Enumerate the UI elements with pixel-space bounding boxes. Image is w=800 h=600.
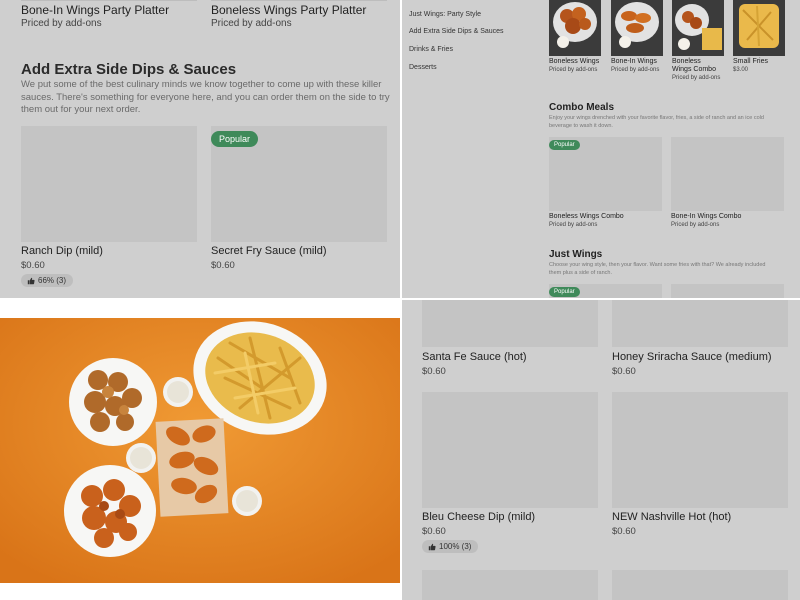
menu-item-image[interactable] [422,570,598,600]
screenshot-grid: Bone-In Wings Party Platter Priced by ad… [0,0,800,600]
menu-item-image[interactable] [612,300,788,347]
item-name[interactable]: Boneless Wings Combo [549,213,624,221]
section-description: Enjoy your wings drenched with your favo… [549,115,764,129]
popular-badge: Popular [549,287,580,297]
item-name[interactable]: Bleu Cheese Dip (mild) [422,511,535,523]
menu-item-image[interactable] [612,392,788,508]
section-title: Combo Meals [549,102,615,113]
menu-item-image[interactable] [671,284,784,298]
item-price: $0.60 [422,366,446,377]
item-name[interactable]: Boneless Wings Combo [672,58,722,74]
item-thumbnail[interactable] [611,0,663,56]
sidebar-link-desserts[interactable]: Desserts [409,64,437,71]
menu-item-image[interactable] [671,137,784,211]
section-description: We put some of the best culinary minds w… [21,79,390,115]
menu-panel-sauces: Bone-In Wings Party Platter Priced by ad… [0,0,400,298]
item-price: $0.60 [612,366,636,377]
thumbs-up-icon [27,277,35,284]
menu-item-image[interactable] [422,300,598,347]
item-price: $0.60 [422,526,446,537]
thumbs-up-icon [428,543,436,550]
wings-and-fries-photo [0,318,400,583]
item-name[interactable]: Bone-In Wings Party Platter [21,3,169,17]
panel-divider [400,0,402,600]
item-price: $3.00 [733,67,749,73]
divider [21,0,197,1]
item-name[interactable]: Bone-In Wings Combo [671,213,741,221]
item-thumbnail[interactable] [733,0,785,56]
item-name[interactable]: Secret Fry Sauce (mild) [211,245,327,257]
item-name[interactable]: Honey Sriracha Sauce (medium) [612,351,772,363]
item-name[interactable]: Small Fries [733,58,789,66]
item-price: $0.60 [612,526,636,537]
sidebar-link-party-style[interactable]: Just Wings: Party Style [409,11,481,18]
item-price-note: Priced by add-ons [21,18,102,29]
item-price-note: Priced by add-ons [549,67,598,73]
item-name[interactable]: Ranch Dip (mild) [21,245,103,257]
item-name[interactable]: NEW Nashville Hot (hot) [612,511,731,523]
rating-badge: 100% (3) [422,540,479,553]
item-price-note: Priced by add-ons [672,75,721,81]
popular-badge: Popular [549,140,580,150]
divider [211,0,387,1]
hero-photo-panel [0,300,400,600]
menu-panel-more-sauces: Santa Fe Sauce (hot) $0.60 Honey Srirach… [402,300,800,600]
section-title: Add Extra Side Dips & Sauces [21,61,237,78]
menu-panel-overview: Just Wings: Party Style Add Extra Side D… [402,0,800,298]
panel-divider [0,298,800,300]
item-price-note: Priced by add-ons [211,18,292,29]
menu-item-image[interactable] [21,126,197,242]
item-price: $0.60 [21,260,45,271]
item-name[interactable]: Santa Fe Sauce (hot) [422,351,527,363]
sidebar-link-dips-sauces[interactable]: Add Extra Side Dips & Sauces [409,28,504,35]
rating-badge: 66% (3) [21,274,74,287]
rating-text: 66% (3) [38,276,67,285]
rating-text: 100% (3) [439,542,472,551]
item-name[interactable]: Bone-In Wings [611,58,667,66]
item-price: $0.60 [211,260,235,271]
item-price-note: Priced by add-ons [611,67,660,73]
section-title: Just Wings [549,249,603,260]
sidebar-link-drinks-fries[interactable]: Drinks & Fries [409,46,453,53]
item-thumbnail[interactable] [549,0,601,56]
item-price-note: Priced by add-ons [671,222,720,228]
item-name[interactable]: Boneless Wings [549,58,605,66]
menu-item-image[interactable] [612,570,788,600]
item-price-note: Priced by add-ons [549,222,598,228]
item-thumbnail[interactable] [672,0,724,56]
item-name[interactable]: Boneless Wings Party Platter [211,3,366,17]
popular-badge: Popular [211,131,259,147]
menu-item-image[interactable] [422,392,598,508]
section-description: Choose your wing style, then your flavor… [549,262,766,276]
